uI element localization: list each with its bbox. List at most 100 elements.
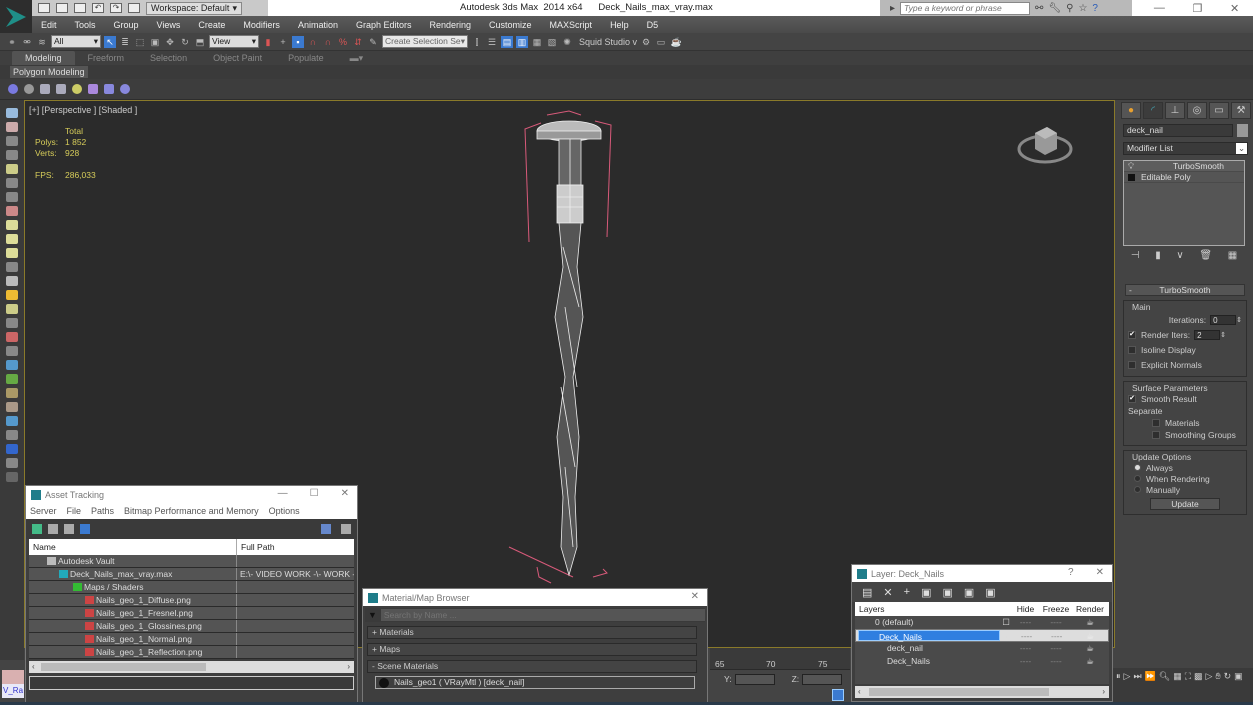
torus-icon[interactable]: [6, 262, 18, 272]
zoom-extents-icon[interactable]: ⛶: [1185, 671, 1191, 702]
vray-sphere-icon[interactable]: [120, 84, 130, 94]
layer-row[interactable]: Deck_Nails ---- ---- ☕︎: [855, 655, 1109, 668]
scene-explorer-icon[interactable]: ▤: [501, 35, 513, 48]
layer-row[interactable]: deck_nail ---- ---- ☕︎: [855, 642, 1109, 655]
select-by-name-icon[interactable]: ≣: [119, 36, 131, 48]
table-row[interactable]: Nails_geo_1_Reflection.png: [29, 646, 354, 659]
curve-editor-icon[interactable]: ▦: [531, 36, 543, 48]
render-setup-icon[interactable]: ⚙: [640, 36, 652, 48]
cone-icon[interactable]: [6, 276, 18, 286]
help-icon[interactable]: [321, 524, 331, 534]
column-render[interactable]: Render: [1074, 602, 1106, 616]
teapot-icon[interactable]: [6, 192, 18, 202]
horizontal-scrollbar[interactable]: ‹ ›: [855, 686, 1109, 698]
hemisphere-icon[interactable]: [6, 234, 18, 244]
scroll-right-icon[interactable]: ›: [1102, 686, 1105, 698]
go-to-end-icon[interactable]: ⏩: [1145, 671, 1156, 702]
maximize-button[interactable]: ☐: [310, 488, 319, 499]
column-name[interactable]: Name: [29, 539, 237, 555]
schematic-view-icon[interactable]: ▧: [546, 36, 558, 48]
menu-maxscript[interactable]: MAXScript: [541, 20, 602, 30]
hide-toggle[interactable]: ----: [1013, 655, 1038, 668]
turbosmooth-rollout-header[interactable]: - TurboSmooth: [1125, 284, 1245, 296]
delete-layer-icon[interactable]: ✕: [883, 586, 892, 599]
animal-icon[interactable]: [6, 388, 18, 398]
table-view-icon[interactable]: [80, 524, 90, 534]
menu-customize[interactable]: Customize: [480, 20, 541, 30]
y-coordinate-field[interactable]: [734, 673, 775, 685]
select-object-icon[interactable]: ↖: [104, 35, 116, 48]
sphere-icon[interactable]: [6, 248, 18, 258]
column-freeze[interactable]: Freeze: [1038, 602, 1074, 616]
table-row[interactable]: Nails_geo_1_Fresnel.png: [29, 607, 354, 620]
reference-coordinate-dropdown[interactable]: View ▾: [209, 35, 259, 48]
spinner-arrows-icon[interactable]: ⇕: [1220, 331, 1226, 339]
modify-tab-icon[interactable]: ◜: [1143, 102, 1163, 119]
z-coordinate-field[interactable]: [802, 673, 843, 685]
expand-plus-icon[interactable]: [1128, 174, 1135, 181]
pan-icon[interactable]: ✋︎: [1215, 671, 1220, 702]
tab-object-paint[interactable]: Object Paint: [200, 51, 275, 65]
freeze-toggle[interactable]: ----: [1038, 655, 1074, 668]
hide-toggle[interactable]: ----: [1013, 616, 1038, 629]
new-file-icon[interactable]: [38, 3, 50, 13]
explicit-normals-checkbox[interactable]: [1128, 360, 1136, 369]
list-icon[interactable]: [6, 136, 18, 146]
select-manipulate-icon[interactable]: +: [277, 36, 289, 48]
zoom-icon[interactable]: 🔍︎: [1159, 671, 1170, 702]
search-by-name-input[interactable]: [380, 609, 705, 621]
copy-icon[interactable]: [6, 430, 18, 440]
table-row[interactable]: Nails_geo_1_Normal.png: [29, 633, 354, 646]
ribbon-options-icon[interactable]: ▬▾: [337, 51, 377, 65]
named-selection-dropdown[interactable]: Create Selection Se ▾: [382, 35, 468, 48]
tab-selection[interactable]: Selection: [137, 51, 200, 65]
radio-manually[interactable]: [1134, 486, 1141, 493]
scale-icon[interactable]: ⬒: [194, 36, 206, 48]
add-to-layer-icon[interactable]: +: [904, 586, 910, 598]
tab-freeform[interactable]: Freeform: [75, 51, 138, 65]
rotate-icon[interactable]: ↻: [179, 36, 191, 48]
isolate-selection-icon[interactable]: [832, 689, 844, 701]
render-teapot-icon[interactable]: ☕︎: [1074, 655, 1106, 668]
open-file-icon[interactable]: [56, 3, 68, 13]
radio-when-rendering[interactable]: [1134, 475, 1141, 482]
keyboard-shortcut-override-icon[interactable]: ▪: [292, 35, 304, 48]
render-production-icon[interactable]: ☕: [670, 36, 682, 48]
scrollbar-thumb[interactable]: [869, 688, 1049, 696]
bind-space-warp-icon[interactable]: ≋: [36, 36, 48, 48]
pin-stack-icon[interactable]: ⊣: [1131, 250, 1140, 261]
menu-file[interactable]: File: [67, 506, 82, 516]
table-row[interactable]: Autodesk Vault: [29, 555, 354, 568]
object-color-swatch[interactable]: [1237, 124, 1248, 137]
render-teapot-icon[interactable]: ☕︎: [1074, 642, 1106, 655]
vray-light-icon[interactable]: [8, 84, 18, 94]
maxscript-listener-swatch[interactable]: [2, 670, 24, 684]
binoculars-icon[interactable]: ⚯: [1035, 3, 1043, 14]
rendered-frame-window-icon[interactable]: ▭: [655, 36, 667, 48]
percent-snap-icon[interactable]: %: [337, 36, 349, 48]
sun-light-icon[interactable]: [6, 290, 18, 300]
help-button[interactable]: ?: [1068, 567, 1074, 578]
close-button[interactable]: ✕: [341, 488, 349, 499]
window-crossing-icon[interactable]: ▣: [149, 36, 161, 48]
app-menu-button[interactable]: [0, 0, 32, 34]
radio-always[interactable]: [1134, 464, 1141, 471]
scroll-left-icon[interactable]: ‹: [855, 687, 861, 696]
pivot-center-icon[interactable]: ▮: [262, 36, 274, 48]
rectangular-selection-icon[interactable]: ⬚: [134, 36, 146, 48]
undo-icon[interactable]: ↶: [92, 3, 104, 13]
link-tool-icon[interactable]: [6, 206, 18, 216]
category-scene-materials[interactable]: - Scene Materials: [367, 660, 697, 673]
help-icon[interactable]: ?: [1092, 3, 1098, 14]
create-tab-icon[interactable]: ●: [1121, 102, 1141, 119]
render-teapot-icon[interactable]: ☕︎: [1074, 616, 1106, 629]
tab-modeling[interactable]: Modeling: [12, 51, 75, 65]
zoom-extents-all-icon[interactable]: ▩: [1194, 671, 1203, 702]
update-button[interactable]: Update: [1150, 498, 1220, 510]
edit-named-selection-icon[interactable]: ✎: [367, 36, 379, 48]
table-row[interactable]: Nails_geo_1_Diffuse.png: [29, 594, 354, 607]
table-row[interactable]: Deck_Nails_max_vray.max E:\- VIDEO WORK -…: [29, 568, 354, 581]
move-icon[interactable]: ✥: [164, 36, 176, 48]
panel-icon[interactable]: [6, 150, 18, 160]
prev-frame-icon[interactable]: ⏸: [1116, 671, 1121, 702]
